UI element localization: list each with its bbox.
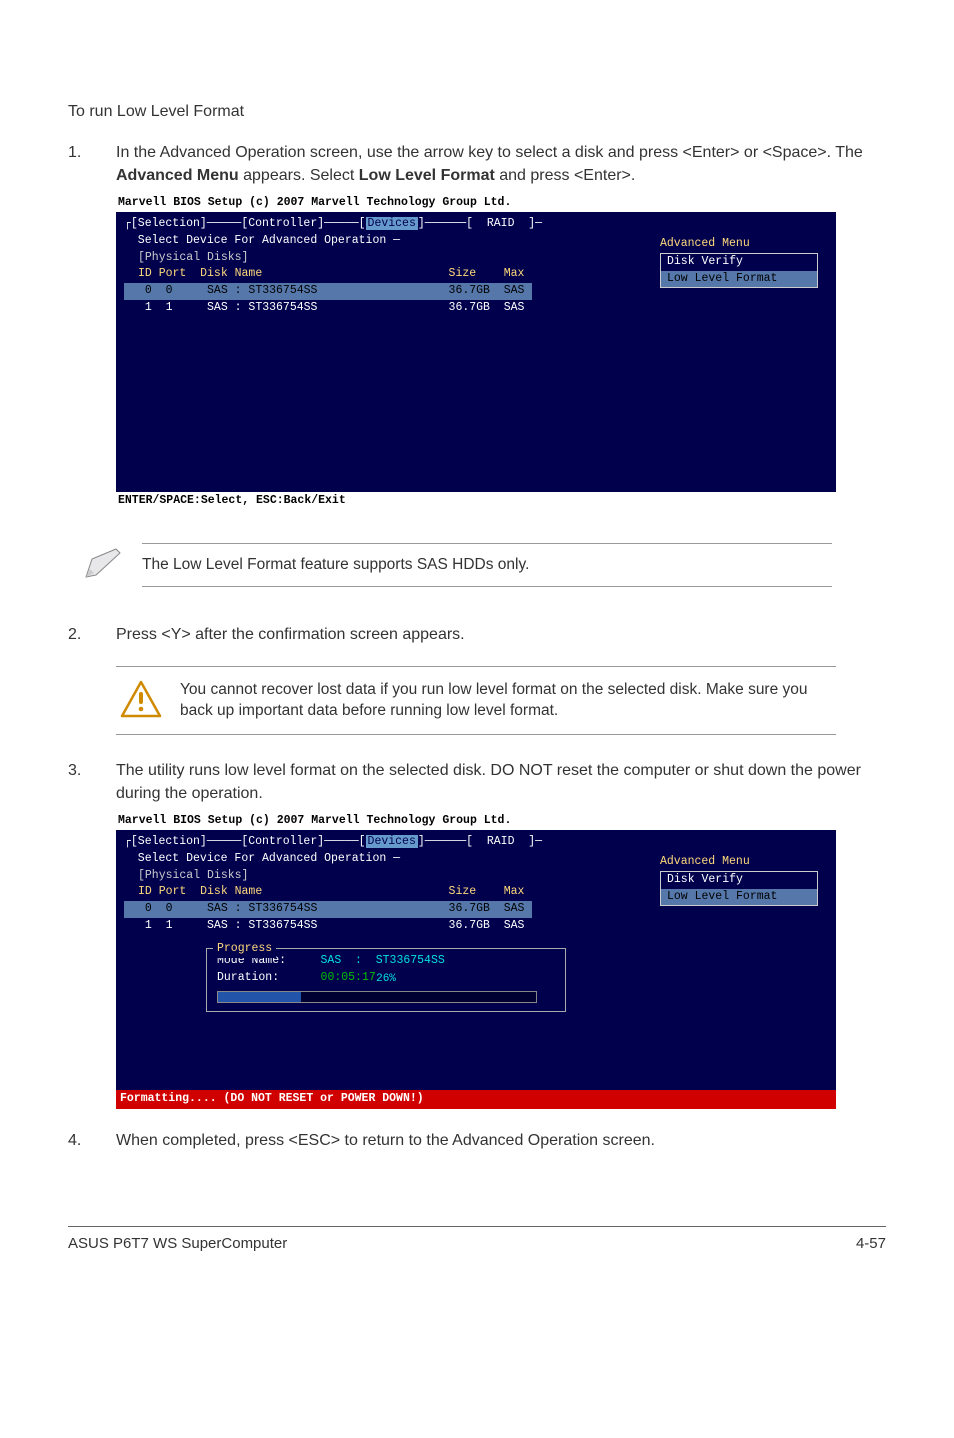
- footer-page-number: 4-57: [856, 1233, 886, 1255]
- pencil-icon: [80, 547, 124, 583]
- instruction-list-cont: Press <Y> after the confirmation screen …: [68, 623, 886, 646]
- note-2-text: You cannot recover lost data if you run …: [180, 679, 832, 722]
- step-2-text: Press <Y> after the confirmation screen …: [116, 626, 465, 643]
- footer-product: ASUS P6T7 WS SuperComputer: [68, 1233, 287, 1255]
- adv-menu-low-level-format-2: Low Level Format: [661, 889, 817, 906]
- bios-footer-1: ENTER/SPACE:Select, ESC:Back/Exit: [116, 492, 836, 511]
- bios-disk-row-1b: 1 1 SAS : ST336754SS 36.7GB SAS: [124, 918, 532, 935]
- step-1: In the Advanced Operation screen, use th…: [68, 141, 886, 511]
- progress-popup: Progress Mode Name: SAS : ST336754SS Dur…: [206, 948, 566, 1012]
- bios-title: Marvell BIOS Setup (c) 2007 Marvell Tech…: [116, 194, 836, 213]
- bios-disk-row-1: 1 1 SAS : ST336754SS 36.7GB SAS: [124, 300, 532, 317]
- step-3: The utility runs low level format on the…: [68, 759, 886, 1109]
- step-1-text-a: In the Advanced Operation screen, use th…: [116, 144, 863, 161]
- bios-disk-row-0: 0 0 SAS : ST336754SS 36.7GB SAS: [124, 283, 532, 300]
- step-1-text-e: and press <Enter>.: [495, 167, 636, 184]
- bios-disk-row-0b: 0 0 SAS : ST336754SS 36.7GB SAS: [124, 901, 532, 918]
- step-2: Press <Y> after the confirmation screen …: [68, 623, 886, 646]
- progress-mode-value: SAS : ST336754SS: [321, 954, 445, 967]
- note-warning: You cannot recover lost data if you run …: [116, 666, 836, 735]
- bios-tab-devices-2: Devices: [366, 835, 418, 848]
- advanced-menu-title-2: Advanced Menu: [660, 854, 818, 871]
- bios-footer-2: Formatting.... (DO NOT RESET or POWER DO…: [116, 1090, 836, 1109]
- step-3-text: The utility runs low level format on the…: [116, 762, 861, 802]
- bios-screenshot-2: Marvell BIOS Setup (c) 2007 Marvell Tech…: [116, 812, 836, 1109]
- note-pencil: The Low Level Format feature supports SA…: [76, 531, 836, 599]
- bios-screenshot-1: Marvell BIOS Setup (c) 2007 Marvell Tech…: [116, 194, 836, 511]
- progress-title: Progress: [213, 941, 276, 958]
- bios-tab-row: ┌[Selection]─────[Controller]─────[Devic…: [124, 216, 828, 233]
- step-1-bold-llf: Low Level Format: [359, 167, 495, 184]
- progress-bar-fill: [218, 992, 301, 1002]
- advanced-menu-popup: Advanced Menu Disk Verify Low Level Form…: [660, 236, 818, 288]
- step-4: When completed, press <ESC> to return to…: [68, 1129, 886, 1152]
- advanced-menu-popup-2: Advanced Menu Disk Verify Low Level Form…: [660, 854, 818, 906]
- advanced-menu-title: Advanced Menu: [660, 236, 818, 253]
- instruction-list: In the Advanced Operation screen, use th…: [68, 141, 886, 511]
- page-footer: ASUS P6T7 WS SuperComputer 4-57: [68, 1226, 886, 1255]
- adv-menu-disk-verify-2: Disk Verify: [661, 872, 817, 889]
- progress-bar: [217, 991, 537, 1003]
- progress-percent: 26%: [217, 972, 555, 988]
- adv-menu-disk-verify: Disk Verify: [661, 254, 817, 271]
- bios-title-2: Marvell BIOS Setup (c) 2007 Marvell Tech…: [116, 812, 836, 831]
- instruction-list-cont2: The utility runs low level format on the…: [68, 759, 886, 1152]
- instructions-heading: To run Low Level Format: [68, 100, 886, 123]
- note-1-text: The Low Level Format feature supports SA…: [142, 543, 832, 587]
- step-1-text-c: appears. Select: [239, 167, 359, 184]
- bios-tab-row-2: ┌[Selection]─────[Controller]─────[Devic…: [124, 834, 828, 851]
- step-4-text: When completed, press <ESC> to return to…: [116, 1132, 655, 1149]
- step-1-bold-advanced-menu: Advanced Menu: [116, 167, 239, 184]
- warning-icon: [120, 680, 162, 720]
- bios-tab-devices: Devices: [366, 217, 418, 230]
- adv-menu-low-level-format: Low Level Format: [661, 271, 817, 288]
